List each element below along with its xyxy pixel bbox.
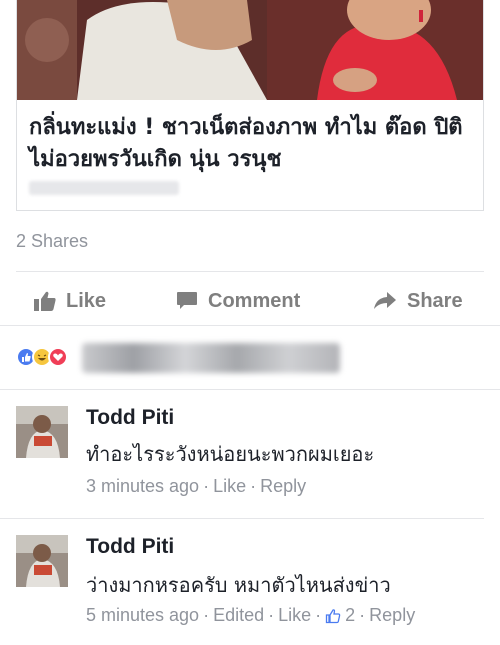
reactors-names-blurred [82, 343, 340, 373]
action-bar: Like Comment Share [0, 278, 500, 324]
comment-like-link[interactable]: Like [213, 476, 246, 497]
separator-dot: · [268, 605, 275, 625]
avatar[interactable] [16, 535, 68, 587]
preview-title[interactable]: กลิ่นทะแม่ง ! ชาวเน็ตส่องภาพ ทำไม ต๊อด ป… [29, 112, 475, 176]
separator-dot: · [359, 605, 366, 625]
like-button[interactable]: Like [34, 278, 106, 324]
share-label: Share [407, 289, 463, 312]
comment-time[interactable]: 3 minutes ago [86, 476, 199, 497]
preview-source-blurred [29, 181, 179, 195]
comment-like-count[interactable]: 2 [345, 605, 355, 626]
avatar[interactable] [16, 406, 68, 458]
preview-photo [17, 0, 483, 100]
separator-dot: · [250, 476, 257, 496]
thumbs-up-outline-icon [326, 608, 341, 623]
separator-dot: · [203, 476, 210, 496]
comment-item: Todd Piti ว่างมากหรอครับ หมาตัวไหนส่งข่า… [0, 519, 500, 645]
comment-text: ว่างมากหรอครับ หมาตัวไหนส่งข่าว [86, 573, 391, 597]
shares-count[interactable]: 2 Shares [16, 231, 88, 252]
love-reaction-icon [48, 347, 68, 367]
comment-item: Todd Piti ทำอะไรระวังหน่อยนะพวกผมเยอะ 3 … [0, 390, 500, 518]
separator-dot: · [315, 605, 322, 625]
comment-icon [177, 292, 197, 309]
comment-reply-link[interactable]: Reply [260, 476, 306, 497]
share-arrow-icon [374, 292, 396, 309]
divider [0, 325, 500, 326]
comment-reply-link[interactable]: Reply [369, 605, 415, 626]
share-button[interactable]: Share [373, 278, 463, 324]
comment-edited-link[interactable]: Edited [213, 605, 264, 626]
comment-time[interactable]: 5 minutes ago [86, 605, 199, 626]
separator-dot: · [203, 605, 210, 625]
link-preview-card[interactable]: กลิ่นทะแม่ง ! ชาวเน็ตส่องภาพ ทำไม ต๊อด ป… [16, 0, 484, 211]
comment-author[interactable]: Todd Piti [86, 406, 174, 430]
comment-like-link[interactable]: Like [278, 605, 311, 626]
thumbs-up-icon [34, 291, 56, 311]
comment-label: Comment [208, 289, 301, 312]
comment-author[interactable]: Todd Piti [86, 535, 174, 559]
comment-meta: 5 minutes ago · Edited · Like · 2 · Repl… [86, 605, 415, 626]
comment-text: ทำอะไรระวังหน่อยนะพวกผมเยอะ [86, 442, 375, 466]
divider [16, 271, 484, 272]
like-label: Like [66, 289, 107, 312]
comment-meta: 3 minutes ago · Like · Reply [86, 476, 306, 497]
comment-button[interactable]: Comment [176, 278, 300, 324]
reactions-summary[interactable] [16, 345, 68, 369]
